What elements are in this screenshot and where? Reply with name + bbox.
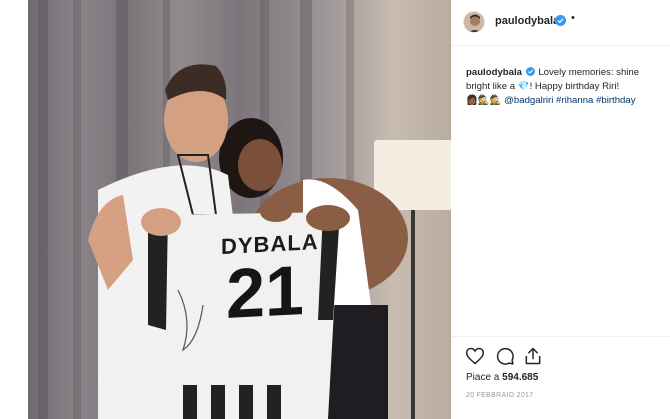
hashtag-link-rihanna[interactable]: #rihanna xyxy=(556,95,593,106)
header-divider xyxy=(451,45,670,46)
caption-username[interactable]: paulodybala xyxy=(466,67,522,78)
mention-link[interactable]: @badgalriri xyxy=(504,95,553,106)
diamond-emoji: 💎 xyxy=(517,81,530,92)
likes-number: 594.685 xyxy=(502,372,539,383)
avatar-image xyxy=(464,12,484,32)
heart-icon[interactable] xyxy=(465,346,485,366)
jersey-number: 21 xyxy=(226,250,304,334)
hashtag-link-birthday[interactable]: #birthday xyxy=(596,95,635,106)
likes-count[interactable]: Piace a 594.685 xyxy=(466,372,538,383)
caption-text-2: ! Happy birthday Riri! xyxy=(529,81,620,92)
likes-prefix: Piace a xyxy=(466,372,503,383)
verified-badge-icon xyxy=(525,67,535,76)
avatar[interactable] xyxy=(463,11,485,33)
post-caption: paulodybala Lovely memories: shine brigh… xyxy=(466,66,656,108)
actions-divider xyxy=(451,336,670,337)
verified-badge-icon xyxy=(555,15,566,26)
post-sidebar: paulodybala • paulodybala Lovely memorie… xyxy=(451,0,670,419)
header-dot: • xyxy=(571,12,575,24)
post-date[interactable]: 20 FEBBRAIO 2017 xyxy=(466,392,533,399)
comment-bubble-icon[interactable] xyxy=(495,346,515,366)
share-icon[interactable] xyxy=(523,346,543,366)
emoji-group: 👩🏾🕵️🕵️ xyxy=(466,95,502,106)
header-username[interactable]: paulodybala xyxy=(495,15,559,27)
photo-illustration xyxy=(38,0,451,419)
post-photo[interactable]: DYBALA 21 xyxy=(28,0,451,419)
instagram-post: DYBALA 21 paulodybala • paulodybala Love… xyxy=(0,0,670,419)
